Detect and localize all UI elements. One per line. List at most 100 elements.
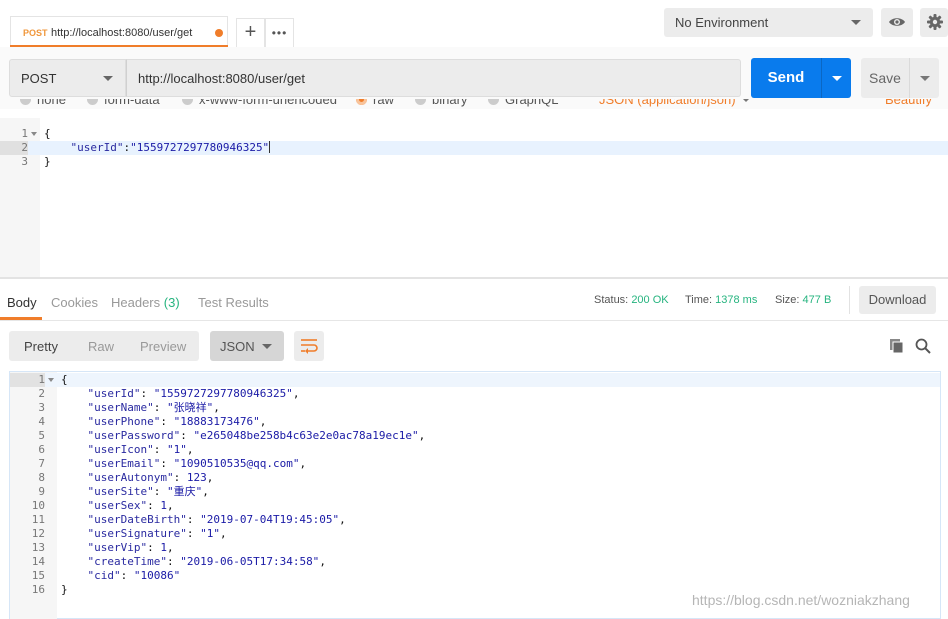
view-mode-group: Pretty Raw Preview: [9, 331, 199, 361]
size-value: 477 B: [802, 294, 832, 306]
code-text: "userVip": 1,: [87, 541, 174, 554]
code-text: "userIcon": "1",: [87, 443, 194, 456]
body-type-binary[interactable]: binary: [415, 99, 468, 107]
body-type-graphql[interactable]: GraphQL: [488, 99, 558, 107]
line-number: 14: [31, 555, 45, 568]
json-punctuation: ,: [219, 527, 227, 540]
send-button[interactable]: Send: [751, 58, 821, 98]
line-number: 12: [31, 527, 45, 540]
response-line: 11 "userDateBirth": "2019-07-04T19:45:05…: [10, 513, 940, 527]
body-type-form-data[interactable]: form-data: [87, 99, 160, 107]
status-value: 200 OK: [631, 294, 669, 306]
response-line: 10 "userSex": 1,: [10, 499, 940, 513]
json-value: "1559727297780946325": [130, 141, 270, 154]
separator: [849, 286, 850, 314]
url-input[interactable]: [126, 59, 741, 97]
radio-icon: [87, 99, 98, 105]
json-punctuation: ,: [166, 499, 174, 512]
body-type-label: binary: [432, 99, 468, 107]
content-type-select[interactable]: JSON (application/json): [599, 99, 736, 107]
json-key: "cid": [87, 569, 121, 582]
text-cursor: [269, 141, 271, 153]
json-key: "userSite": [87, 485, 154, 498]
http-method-label: POST: [21, 71, 57, 86]
response-line: 13 "userVip": 1,: [10, 541, 940, 555]
time-info: Time: 1378 ms: [685, 294, 757, 306]
line-number: 6: [38, 443, 45, 456]
chevron-down-icon: [832, 76, 842, 81]
line-number: 3: [38, 401, 45, 414]
body-type-raw[interactable]: raw: [356, 99, 394, 107]
view-preview-button[interactable]: Preview: [140, 339, 186, 354]
fold-caret-icon[interactable]: [31, 132, 37, 136]
json-value: "1": [200, 527, 220, 540]
tab-headers-label: Headers: [111, 295, 161, 310]
view-raw-button[interactable]: Raw: [88, 339, 114, 354]
http-method-select[interactable]: POST: [9, 59, 126, 97]
json-key: "userVip": [87, 541, 148, 554]
headers-count: (3): [163, 295, 180, 310]
more-tabs-button[interactable]: •••: [265, 18, 294, 47]
json-punctuation: ,: [292, 387, 300, 400]
json-key: "userSex": [87, 499, 148, 512]
request-body-editor[interactable]: 1 { 2 "userId":"1559727297780946325" 3 }: [0, 118, 948, 277]
request-tab[interactable]: POST http://localhost:8080/user/get: [10, 16, 228, 47]
format-select[interactable]: JSON: [210, 331, 284, 361]
view-pretty-button[interactable]: Pretty: [24, 339, 58, 354]
code-text: "userId": "1559727297780946325",: [87, 387, 300, 400]
download-button[interactable]: Download: [859, 286, 936, 314]
environment-select[interactable]: No Environment: [664, 8, 873, 37]
line-number: 3: [21, 155, 28, 168]
line-number: 9: [38, 485, 45, 498]
code-text: "userPhone": "18883173476",: [87, 415, 267, 428]
response-line: 14 "createTime": "2019-06-05T17:34:58",: [10, 555, 940, 569]
response-line: 9 "userSite": "重庆",: [10, 485, 940, 499]
response-line: 12 "userSignature": "1",: [10, 527, 940, 541]
response-view-toolbar: Pretty Raw Preview JSON: [0, 321, 948, 370]
json-punctuation: ,: [259, 415, 267, 428]
chevron-down-icon: [262, 344, 272, 349]
tab-cookies[interactable]: Cookies: [51, 295, 98, 310]
send-options-button[interactable]: [821, 58, 851, 98]
json-key: "userPassword": [87, 429, 181, 442]
tab-headers[interactable]: Headers (3): [111, 295, 180, 310]
search-icon[interactable]: [915, 338, 931, 354]
wrap-lines-icon: [301, 339, 318, 354]
json-value: "1090510535@qq.com": [173, 457, 300, 470]
save-button[interactable]: Save: [861, 58, 909, 98]
environment-quick-look-button[interactable]: [881, 8, 913, 37]
body-type-row: none form-data x-www-form-urlencoded raw…: [0, 99, 948, 118]
body-type-urlencoded[interactable]: x-www-form-urlencoded: [182, 99, 337, 107]
tab-url-label: http://localhost:8080/user/get: [51, 27, 193, 39]
code-text: }: [44, 155, 51, 168]
json-key: "userSignature": [87, 527, 187, 540]
line-number: 7: [38, 457, 45, 470]
json-value: "1559727297780946325": [153, 387, 293, 400]
format-label: JSON: [220, 339, 255, 354]
size-info: Size: 477 B: [775, 294, 831, 306]
save-options-button[interactable]: [909, 58, 939, 98]
editor-line: 3 }: [0, 155, 948, 169]
copy-icon[interactable]: [889, 338, 905, 354]
beautify-link[interactable]: Beautify: [885, 99, 932, 107]
active-tab-indicator: [0, 317, 42, 320]
tab-test-results[interactable]: Test Results: [198, 295, 269, 310]
radio-icon: [182, 99, 193, 105]
code-text: {: [61, 373, 68, 386]
response-body-viewer[interactable]: 1{2 "userId": "1559727297780946325", 3 "u…: [9, 371, 941, 619]
line-number: 8: [38, 471, 45, 484]
radio-selected-icon: [356, 99, 367, 105]
editor-line: 1 {: [0, 127, 948, 141]
json-key: "userEmail": [87, 457, 161, 470]
wrap-lines-button[interactable]: [294, 331, 324, 361]
chevron-down-icon: [742, 99, 750, 102]
response-line: 5 "userPassword": "e265048be258b4c63e2e0…: [10, 429, 940, 443]
new-tab-button[interactable]: +: [236, 18, 265, 47]
line-number: 15: [31, 569, 45, 582]
environment-settings-button[interactable]: [920, 8, 948, 37]
code-text: "userSex": 1,: [87, 499, 174, 512]
json-punctuation: ,: [418, 429, 426, 442]
body-type-none[interactable]: none: [20, 99, 66, 107]
tab-body[interactable]: Body: [7, 295, 37, 310]
fold-caret-icon[interactable]: [48, 378, 54, 382]
